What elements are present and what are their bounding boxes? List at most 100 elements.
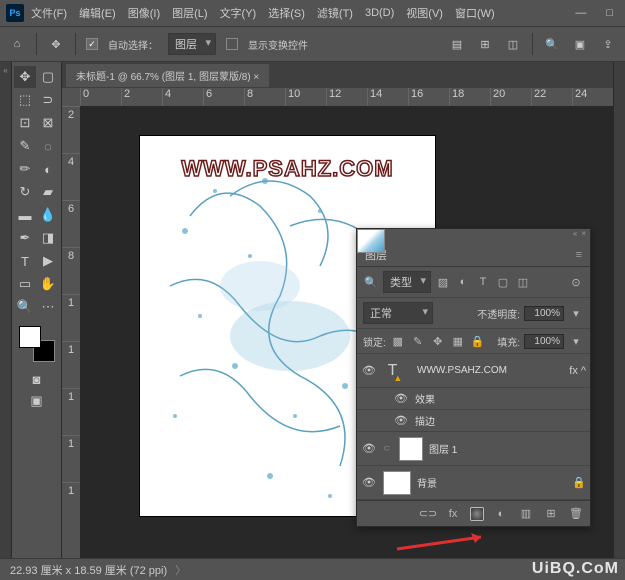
opacity-input[interactable]: 100% <box>524 306 564 321</box>
lock-position-icon[interactable]: ✥ <box>430 333 446 349</box>
crop-tool[interactable]: ⊡ <box>14 112 36 134</box>
shape-tool[interactable]: ▭ <box>14 273 36 295</box>
lock-transparent-icon[interactable]: ▩ <box>390 333 406 349</box>
filter-adjust-icon[interactable]: ◐ <box>455 274 471 290</box>
filter-smart-icon[interactable]: ◫ <box>515 274 531 290</box>
color-swatches[interactable] <box>19 326 55 362</box>
quick-select-tool[interactable]: ◌ <box>37 135 59 157</box>
opacity-chevron-icon[interactable]: ▾ <box>568 305 584 321</box>
eyedropper-tool[interactable]: ✎ <box>14 135 36 157</box>
history-brush-tool[interactable]: ↻ <box>14 181 36 203</box>
menu-select[interactable]: 选择(S) <box>263 2 310 24</box>
left-collapse-bar[interactable]: « <box>0 62 12 558</box>
filter-search-icon[interactable]: 🔍 <box>363 274 379 290</box>
status-chevron-icon[interactable]: 〉 <box>175 562 186 578</box>
3d-icon[interactable]: ◫ <box>504 35 522 53</box>
zoom-tool[interactable]: 🔍 <box>14 296 36 318</box>
distribute-icon[interactable]: ⊞ <box>476 35 494 53</box>
filter-shape-icon[interactable]: ▢ <box>495 274 511 290</box>
move-tool[interactable]: ✥ <box>14 66 36 88</box>
filter-type-select[interactable]: 类型 <box>383 271 431 293</box>
mask-link-icon[interactable]: ⊂ <box>383 443 393 454</box>
group-icon[interactable]: ▥ <box>518 506 534 522</box>
panel-menu-icon[interactable]: ≡ <box>576 249 582 261</box>
menu-file[interactable]: 文件(F) <box>26 2 72 24</box>
brush-tool[interactable]: ✏ <box>14 158 36 180</box>
eraser-tool[interactable]: ◨ <box>37 227 59 249</box>
filter-toggle-icon[interactable]: ⊙ <box>568 274 584 290</box>
visibility-toggle[interactable]: 👁 <box>393 414 409 427</box>
blend-mode-select[interactable]: 正常 <box>363 302 433 324</box>
layer-effects[interactable]: 👁 效果 <box>357 388 590 410</box>
menu-window[interactable]: 窗口(W) <box>450 2 500 24</box>
home-icon[interactable]: ⌂ <box>8 35 26 53</box>
clone-tool[interactable]: ▰ <box>37 181 59 203</box>
right-collapse-bar[interactable] <box>613 62 625 558</box>
lock-artboard-icon[interactable]: ▦ <box>450 333 466 349</box>
menu-3d[interactable]: 3D(D) <box>360 4 399 22</box>
visibility-toggle[interactable]: 👁 <box>393 392 409 405</box>
quick-mask-tool[interactable]: ◙ <box>26 368 48 390</box>
healing-tool[interactable]: ◐ <box>37 158 59 180</box>
link-layers-icon[interactable]: ⊂⊃ <box>420 506 436 522</box>
lock-brush-icon[interactable]: ✎ <box>410 333 426 349</box>
hand-tool[interactable]: ✋ <box>37 273 59 295</box>
add-mask-icon[interactable] <box>470 507 484 521</box>
show-transform-checkbox[interactable] <box>226 38 238 50</box>
panel-close-icon[interactable]: × <box>581 229 586 243</box>
layer-text[interactable]: 👁 T▲ WWW.PSAHZ.COM fx^ <box>357 354 590 388</box>
delete-layer-icon[interactable]: 🗑 <box>568 506 584 522</box>
type-tool[interactable]: T <box>14 250 36 272</box>
share-icon[interactable]: ⇪ <box>599 35 617 53</box>
align-icon[interactable]: ▤ <box>448 35 466 53</box>
path-select-tool[interactable]: ▶ <box>37 250 59 272</box>
menu-layer[interactable]: 图层(L) <box>167 2 212 24</box>
layer-name[interactable]: 图层 1 <box>429 441 586 456</box>
fg-color[interactable] <box>19 326 41 348</box>
menu-edit[interactable]: 编辑(E) <box>74 2 121 24</box>
move-tool-icon[interactable]: ✥ <box>47 35 65 53</box>
document-tab[interactable]: 未标题-1 @ 66.7% (图层 1, 图层蒙版/8) × <box>66 64 269 87</box>
fill-chevron-icon[interactable]: ▾ <box>568 333 584 349</box>
layers-panel[interactable]: « × 图层 ≡ 🔍 类型 ▨ ◐ T ▢ ◫ ⊙ 正常 不透明度: 100% … <box>356 228 591 527</box>
filter-pixel-icon[interactable]: ▨ <box>435 274 451 290</box>
lasso-tool[interactable]: ⊃ <box>37 89 59 111</box>
fill-input[interactable]: 100% <box>524 334 564 349</box>
layer-name[interactable]: WWW.PSAHZ.COM <box>417 365 563 376</box>
edit-toolbar[interactable]: ⋯ <box>37 296 59 318</box>
layer-name[interactable]: 背景 <box>417 475 566 490</box>
new-layer-icon[interactable]: ⊞ <box>543 506 559 522</box>
fx-icon[interactable]: fx <box>445 506 461 522</box>
menu-image[interactable]: 图像(I) <box>123 2 165 24</box>
layer-1[interactable]: 👁 ⊂ 图层 1 <box>357 432 590 466</box>
gradient-tool[interactable]: ▬ <box>14 204 36 226</box>
menu-view[interactable]: 视图(V) <box>401 2 448 24</box>
layer-background[interactable]: 👁 背景 🔒 <box>357 466 590 500</box>
auto-select-checkbox[interactable] <box>86 38 98 50</box>
lock-all-icon[interactable]: 🔒 <box>470 333 486 349</box>
layer-stroke-effect[interactable]: 👁 描边 <box>357 410 590 432</box>
workspace-icon[interactable]: ▣ <box>571 35 589 53</box>
marquee-tool[interactable]: ⬚ <box>14 89 36 111</box>
screen-mode-tool[interactable]: ▣ <box>26 390 48 412</box>
blur-tool[interactable]: 💧 <box>37 204 59 226</box>
auto-select-target[interactable]: 图层 <box>168 33 216 55</box>
pen-tool[interactable]: ✒ <box>14 227 36 249</box>
maximize-button[interactable]: □ <box>600 5 619 21</box>
adjustment-layer-icon[interactable]: ◐ <box>493 506 509 522</box>
layer-thumbnail[interactable] <box>383 471 411 495</box>
filter-type-icon[interactable]: T <box>475 274 491 290</box>
visibility-toggle[interactable]: 👁 <box>361 442 377 455</box>
panel-collapse-icon[interactable]: « <box>573 229 577 243</box>
fx-badge[interactable]: fx <box>569 365 578 377</box>
minimize-button[interactable]: — <box>569 5 592 21</box>
search-icon[interactable]: 🔍 <box>543 35 561 53</box>
fx-chevron-icon[interactable]: ^ <box>581 365 586 377</box>
visibility-toggle[interactable]: 👁 <box>361 476 377 489</box>
visibility-toggle[interactable]: 👁 <box>361 364 377 377</box>
menu-filter[interactable]: 滤镜(T) <box>312 2 358 24</box>
menu-type[interactable]: 文字(Y) <box>215 2 262 24</box>
artboard-tool[interactable]: ▢ <box>37 66 59 88</box>
frame-tool[interactable]: ⊠ <box>37 112 59 134</box>
layer-mask-thumbnail[interactable] <box>399 437 423 461</box>
